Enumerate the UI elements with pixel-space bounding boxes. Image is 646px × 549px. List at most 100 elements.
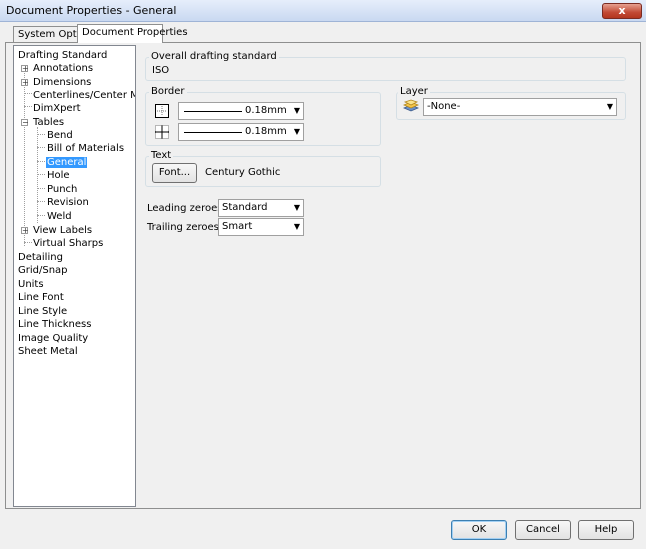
chevron-down-icon: ▼ [293,106,300,115]
outer-border-icon [154,103,170,119]
tree-item-label: Bend [47,130,73,141]
window-title: Document Properties - General [6,4,177,17]
tree-item-units[interactable]: Units [18,278,44,291]
tree-item-label: Centerlines/Center Marks [33,90,135,101]
leading-zeroes-value: Standard [222,202,268,213]
close-button[interactable]: x [602,3,642,19]
tree-connector [37,215,45,216]
tree-item-label: DimXpert [33,103,81,114]
tree-item-general[interactable]: General [46,156,88,169]
tree-item-tables[interactable]: Tables [33,116,64,129]
tree-item-bend[interactable]: Bend [47,129,73,142]
inner-border-thickness-select[interactable]: 0.18mm ▼ [178,123,304,141]
tree-connector [24,93,32,94]
chevron-down-icon: ▼ [293,127,300,136]
tree-connector [37,134,45,135]
layers-icon [402,99,420,113]
tree-item-label: Weld [47,211,72,222]
tree-item-label: Punch [47,184,78,195]
leading-zeroes-select[interactable]: Standard ▼ [218,199,304,217]
tree-item-label: Sheet Metal [18,346,78,357]
outer-border-thickness-select[interactable]: 0.18mm ▼ [178,102,304,120]
tab-document-properties[interactable]: Document Properties [77,24,188,43]
leading-zeroes-label: Leading zeroes: [147,203,226,214]
tree-item-dimxpert[interactable]: DimXpert [33,102,81,115]
expand-icon[interactable]: + [21,79,29,87]
tab-label: Document Properties [82,27,188,38]
tree-item-label: Drafting Standard [18,50,108,61]
inner-border-icon [154,124,170,140]
tree-item-annotations[interactable]: Annotations [33,62,93,75]
inner-border-value: 0.18mm [245,126,287,137]
tree-item-grid-snap[interactable]: Grid/Snap [18,264,68,277]
close-icon: x [618,4,626,17]
tree-item-centerlines[interactable]: Centerlines/Center Marks [33,89,135,102]
trailing-zeroes-select[interactable]: Smart ▼ [218,218,304,236]
tree-item-label: Revision [47,197,89,208]
layer-value: -None- [427,101,461,112]
tree-item-label: Image Quality [18,333,89,344]
tree-item-punch[interactable]: Punch [47,183,77,196]
expand-icon[interactable]: + [21,65,29,73]
layer-label: Layer [398,86,430,97]
tree-item-hole[interactable]: Hole [47,169,70,182]
title-bar: Document Properties - General x [0,0,646,22]
tree-item-label: Line Font [18,292,64,303]
tree-item-label: General [46,157,88,168]
expand-icon[interactable]: + [21,227,29,235]
chevron-down-icon: ▼ [606,102,613,111]
tree-item-line-style[interactable]: Line Style [18,305,67,318]
tree-connector [37,147,45,148]
cancel-button[interactable]: Cancel [515,520,571,540]
tree-item-dimensions[interactable]: Dimensions [33,76,91,89]
chevron-down-icon: ▼ [293,222,300,231]
tree-item-label: Detailing [18,252,63,263]
border-label: Border [149,86,187,97]
tree-item-detailing[interactable]: Detailing [18,251,63,264]
tree-item-weld[interactable]: Weld [47,210,72,223]
tree-item-label: Dimensions [33,77,92,88]
tree-item-virtual-sharps[interactable]: Virtual Sharps [33,237,103,250]
tree-connector [24,242,32,243]
text-label: Text [149,150,174,161]
tree-item-label: Hole [47,170,70,181]
font-button[interactable]: Font... [152,163,197,183]
tree-item-label: Line Style [18,306,68,317]
tree-connector [37,127,38,223]
tree-item-image-quality[interactable]: Image Quality [18,332,88,345]
tree-connector [37,161,45,162]
tree-item-bill-of-materials[interactable]: Bill of Materials [47,142,124,155]
tree-item-line-font[interactable]: Line Font [18,291,64,304]
outer-border-value: 0.18mm [245,105,287,116]
trailing-zeroes-value: Smart [222,221,253,232]
ok-button[interactable]: OK [451,520,507,540]
tree-connector [37,201,45,202]
trailing-zeroes-label: Trailing zeroes: [147,222,223,233]
options-tree[interactable]: Drafting Standard + Annotations + Dimens… [13,45,136,507]
layer-select[interactable]: -None- ▼ [423,98,617,116]
tree-connector [24,106,32,107]
tree-item-line-thickness[interactable]: Line Thickness [18,318,91,331]
tree-item-label: Grid/Snap [18,265,68,276]
chevron-down-icon: ▼ [293,203,300,212]
line-sample [184,111,242,112]
tree-item-label: View Labels [33,225,93,236]
tree-item-view-labels[interactable]: View Labels [33,224,92,237]
tree-item-label: Bill of Materials [47,143,125,154]
tree-connector [37,174,45,175]
overall-standard-value: ISO [152,65,170,76]
tree-item-label: Units [18,279,44,290]
collapse-icon[interactable]: − [21,119,29,127]
tab-system-options[interactable]: System Options [13,26,97,42]
overall-standard-label: Overall drafting standard [149,51,279,62]
line-sample [184,132,242,133]
tree-item-label: Virtual Sharps [33,238,104,249]
font-name: Century Gothic [205,167,281,178]
tree-item-label: Annotations [33,63,94,74]
tree-item-drafting-standard[interactable]: Drafting Standard [18,49,107,62]
tree-item-label: Line Thickness [18,319,92,330]
help-button[interactable]: Help [578,520,634,540]
tree-item-revision[interactable]: Revision [47,196,89,209]
tree-connector [37,188,45,189]
tree-item-sheet-metal[interactable]: Sheet Metal [18,345,78,358]
